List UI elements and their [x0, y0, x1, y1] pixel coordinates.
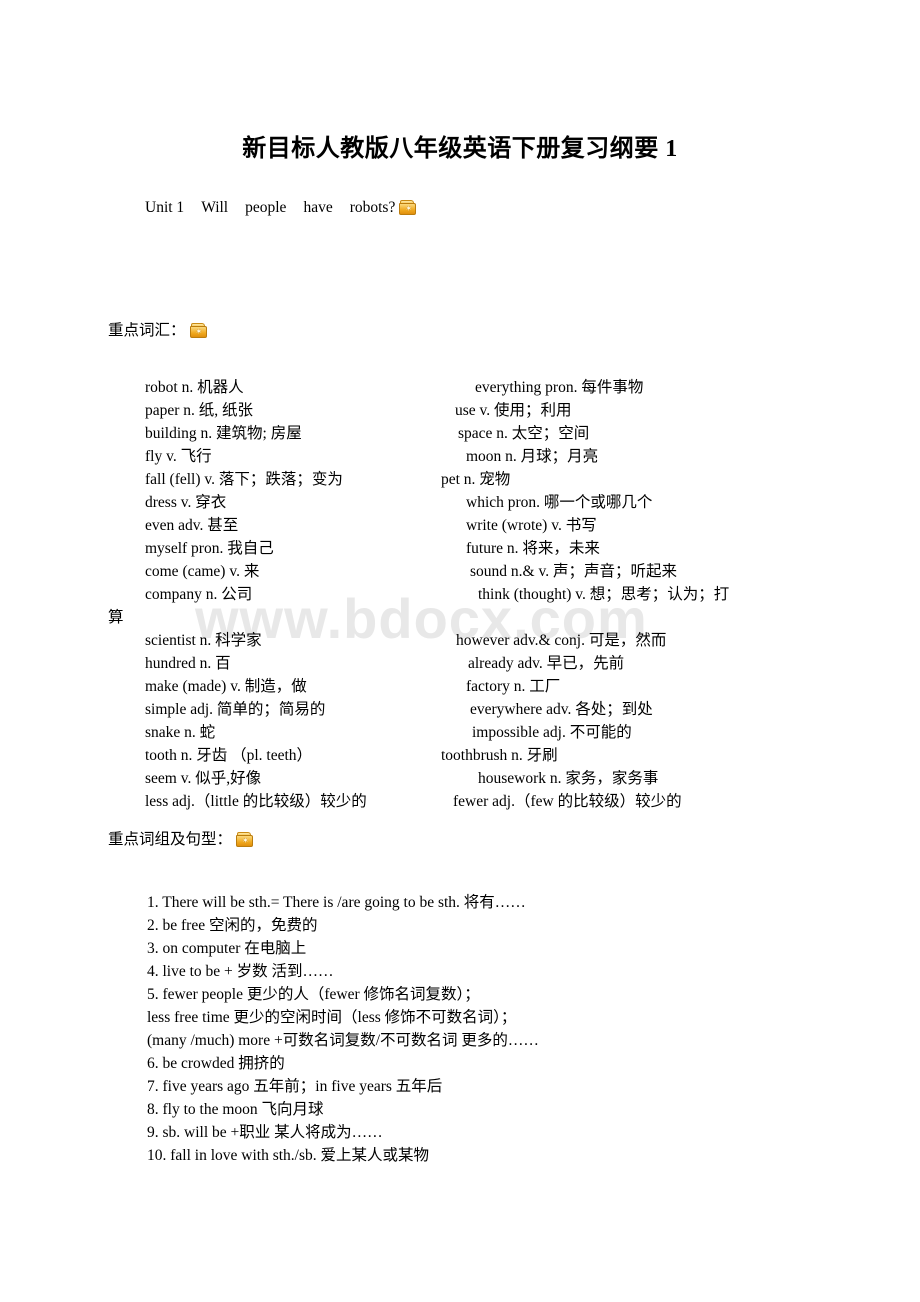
vocabulary-row: come (came) v. 来 sound n.& v. 声；声音；听起来	[0, 560, 920, 583]
unit-word-0: Unit 1	[145, 199, 185, 216]
vocabulary-row: scientist n. 科学家 however adv.& conj. 可是，然…	[0, 629, 920, 652]
vocabulary-row: robot n. 机器人 everything pron. 每件事物	[0, 376, 920, 399]
vocabulary-entry-left: make (made) v. 制造，做	[145, 678, 307, 695]
vocabulary-row: less adj.（little 的比较级）较少的 fewer adj.（few …	[0, 790, 920, 813]
vocabulary-row: make (made) v. 制造，做 factory n. 工厂	[0, 675, 920, 698]
phrase-item: 9. sb. will be +职业 某人将成为……	[147, 1124, 383, 1141]
vocabulary-entry-left: building n. 建筑物; 房屋	[145, 425, 302, 442]
phrase-item: 1. There will be sth.= There is /are goi…	[147, 894, 526, 911]
phrases-heading-label: 重点词组及句型：	[108, 831, 233, 848]
phrase-item: (many /much) more +可数名词复数/不可数名词 更多的……	[147, 1032, 539, 1049]
vocabulary-row: fall (fell) v. 落下；跌落；变为 pet n. 宠物	[0, 468, 920, 491]
phrase-item: 10. fall in love with sth./sb. 爱上某人或某物	[147, 1147, 430, 1164]
vocabulary-row: tooth n. 牙齿 （pl. teeth） toothbrush n. 牙刷	[0, 744, 920, 767]
vocabulary-entry-left: company n. 公司	[145, 586, 253, 603]
document-page: www.bdocx.com 新目标人教版八年级英语下册复习纲要 1 Unit 1…	[0, 0, 920, 1302]
vocabulary-entry-right: future n. 将来，未来	[466, 540, 600, 557]
vocabulary-entry-left: robot n. 机器人	[145, 379, 244, 396]
vocabulary-entry-right: which pron. 哪一个或哪几个	[466, 494, 653, 511]
vocabulary-row: paper n. 纸, 纸张 use v. 使用；利用	[0, 399, 920, 422]
vocabulary-list: robot n. 机器人 everything pron. 每件事物 paper n…	[0, 376, 920, 813]
folder-icon	[189, 323, 207, 338]
vocabulary-entry-left: come (came) v. 来	[145, 563, 260, 580]
vocabulary-section-heading: 重点词汇：	[108, 318, 207, 340]
vocabulary-entry-left: scientist n. 科学家	[145, 632, 262, 649]
unit-word-2: people	[245, 199, 287, 216]
phrase-item: 5. fewer people 更少的人（fewer 修饰名词复数）；	[147, 986, 480, 1003]
vocabulary-entry-left: paper n. 纸, 纸张	[145, 402, 254, 419]
phrase-item: less free time 更少的空闲时间（less 修饰不可数名词）；	[147, 1009, 517, 1026]
vocabulary-row: fly v. 飞行 moon n. 月球；月亮	[0, 445, 920, 468]
vocabulary-row: snake n. 蛇 impossible adj. 不可能的	[0, 721, 920, 744]
vocabulary-entry-right: space n. 太空；空间	[458, 425, 590, 442]
vocabulary-row: company n. 公司 think (thought) v. 想；思考；认为；…	[0, 583, 920, 606]
phrase-item: 8. fly to the moon 飞向月球	[147, 1101, 324, 1118]
vocabulary-entry-right: write (wrote) v. 书写	[466, 517, 597, 534]
vocabulary-row: hundred n. 百 already adv. 早已，先前	[0, 652, 920, 675]
vocabulary-entry-left: fall (fell) v. 落下；跌落；变为	[145, 471, 343, 488]
vocabulary-entry-left: less adj.（little 的比较级）较少的	[145, 793, 367, 810]
phrase-item: 3. on computer 在电脑上	[147, 940, 307, 957]
vocabulary-entry-right: think (thought) v. 想；思考；认为；打	[478, 586, 730, 603]
unit-heading: Unit 1 Will people have robots?	[145, 199, 417, 217]
vocabulary-entry-right: pet n. 宠物	[441, 471, 511, 488]
phrase-item: 7. five years ago 五年前；in five years 五年后	[147, 1078, 443, 1095]
phrase-item: 4. live to be + 岁数 活到……	[147, 963, 334, 980]
vocabulary-entry-left: dress v. 穿衣	[145, 494, 227, 511]
vocabulary-row: dress v. 穿衣 which pron. 哪一个或哪几个	[0, 491, 920, 514]
phrases-section-heading: 重点词组及句型：	[108, 827, 254, 849]
page-title: 新目标人教版八年级英语下册复习纲要 1	[242, 136, 678, 162]
vocabulary-row: 算	[0, 606, 920, 629]
vocabulary-entry-left: hundred n. 百	[145, 655, 231, 672]
vocabulary-entry-left: myself pron. 我自己	[145, 540, 274, 557]
folder-icon	[236, 832, 254, 847]
vocabulary-entry-right: factory n. 工厂	[466, 678, 561, 695]
vocabulary-row: seem v. 似乎,好像 housework n. 家务，家务事	[0, 767, 920, 790]
vocabulary-entry-left: tooth n. 牙齿 （pl. teeth）	[145, 747, 313, 764]
vocabulary-entry-left: snake n. 蛇	[145, 724, 216, 741]
vocabulary-row: even adv. 甚至 write (wrote) v. 书写	[0, 514, 920, 537]
phrase-item: 2. be free 空闲的，免费的	[147, 917, 318, 934]
unit-word-4: robots?	[349, 199, 396, 216]
vocabulary-row: simple adj. 简单的；简易的 everywhere adv. 各处；到处	[0, 698, 920, 721]
vocabulary-row: myself pron. 我自己 future n. 将来，未来	[0, 537, 920, 560]
vocabulary-entry-right: toothbrush n. 牙刷	[441, 747, 558, 764]
vocabulary-entry-right: use v. 使用；利用	[455, 402, 572, 419]
unit-word-3: have	[303, 199, 333, 216]
vocabulary-entry-right: already adv. 早已，先前	[468, 655, 625, 672]
vocabulary-heading-label: 重点词汇：	[108, 322, 186, 339]
vocabulary-entry-left: even adv. 甚至	[145, 517, 239, 534]
vocabulary-wrap-continuation: 算	[108, 609, 124, 626]
vocabulary-entry-left: seem v. 似乎,好像	[145, 770, 262, 787]
vocabulary-row: building n. 建筑物; 房屋 space n. 太空；空间	[0, 422, 920, 445]
vocabulary-entry-right: everywhere adv. 各处；到处	[470, 701, 653, 718]
folder-icon	[399, 200, 417, 215]
vocabulary-entry-right: sound n.& v. 声；声音；听起来	[470, 563, 677, 580]
vocabulary-entry-right: housework n. 家务，家务事	[478, 770, 659, 787]
vocabulary-entry-left: simple adj. 简单的；简易的	[145, 701, 326, 718]
unit-word-1: Will	[201, 199, 229, 216]
vocabulary-entry-right: fewer adj.（few 的比较级）较少的	[453, 793, 682, 810]
vocabulary-entry-right: impossible adj. 不可能的	[472, 724, 632, 741]
vocabulary-entry-right: however adv.& conj. 可是，然而	[456, 632, 667, 649]
vocabulary-entry-right: everything pron. 每件事物	[475, 379, 644, 396]
phrases-list: 1. There will be sth.= There is /are goi…	[147, 891, 907, 1167]
vocabulary-entry-right: moon n. 月球；月亮	[466, 448, 599, 465]
phrase-item: 6. be crowded 拥挤的	[147, 1055, 285, 1072]
vocabulary-entry-left: fly v. 飞行	[145, 448, 212, 465]
